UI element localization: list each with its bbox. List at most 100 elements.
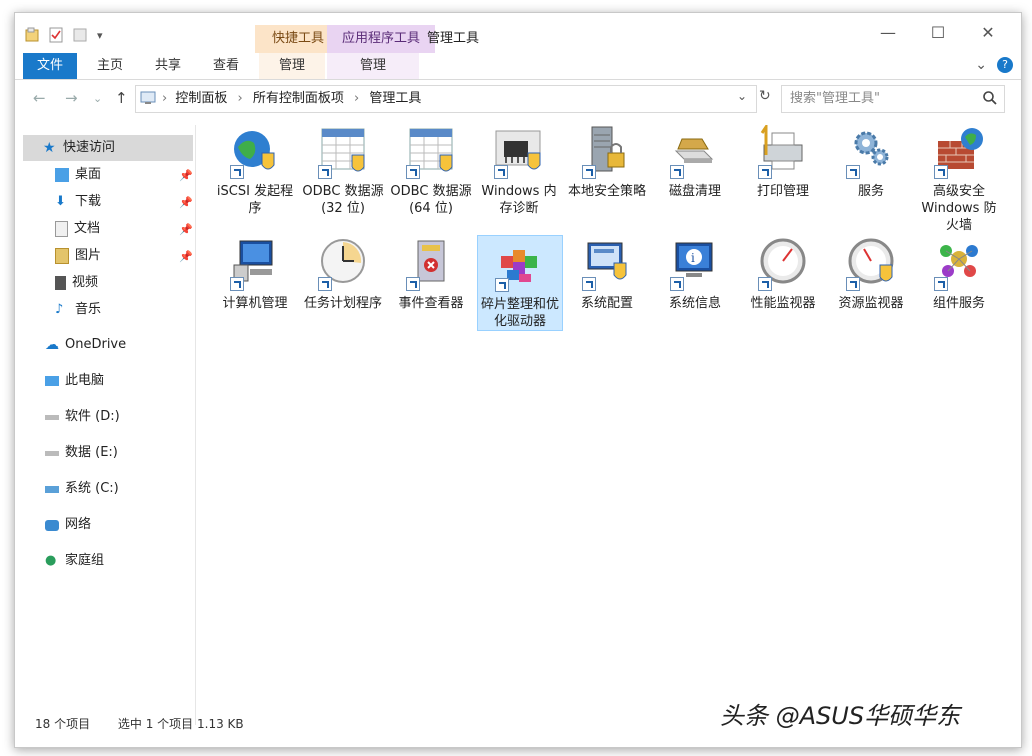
maximize-button[interactable]: ☐ (915, 23, 961, 47)
sidebar-item-label: 视频 (72, 275, 99, 290)
defrag-icon (493, 238, 547, 292)
sidebar-item-documents[interactable]: 文档 (55, 216, 100, 242)
clock-icon (316, 237, 370, 291)
file-item[interactable]: 计算机管理 (213, 237, 297, 312)
shortcut-arrow-icon (670, 277, 684, 291)
sidebar-item-network[interactable]: 网络 (45, 512, 91, 538)
file-name: 系统配置 (580, 296, 633, 311)
pin-icon[interactable]: 📌 (179, 250, 193, 263)
sidebar-item-onedrive[interactable]: ☁ OneDrive (45, 332, 126, 358)
component-services-icon (932, 237, 986, 291)
minimize-button[interactable]: — (865, 23, 911, 47)
file-item[interactable]: 高级安全 Windows 防火墙 (917, 125, 1001, 234)
tab-share[interactable]: 共享 (143, 53, 193, 79)
properties-check-icon[interactable] (49, 27, 63, 43)
cloud-icon: ☁ (45, 337, 59, 353)
file-item[interactable]: i 系统信息 (653, 237, 737, 312)
sidebar-item-pictures[interactable]: 图片 (55, 243, 101, 269)
tab-view[interactable]: 查看 (201, 53, 251, 79)
file-name: 组件服务 (932, 296, 985, 311)
file-list: iSCSI 发起程序 ODBC 数据源(32 位) ODBC 数据源(64 位)… (211, 122, 1021, 725)
refresh-button[interactable]: ↻ (759, 88, 771, 104)
sidebar-item-label: 音乐 (75, 302, 102, 317)
expand-ribbon-icon[interactable]: ⌄ (975, 57, 987, 73)
tab-manage-shortcut[interactable]: 管理 (259, 53, 325, 79)
breadcrumb-root-separator: › (162, 91, 168, 106)
breadcrumb-separator: › (237, 91, 243, 106)
shortcut-arrow-icon (495, 278, 509, 292)
file-item[interactable]: ODBC 数据源(32 位) (301, 125, 385, 217)
qat-customize-dropdown[interactable]: ▾ (97, 29, 103, 42)
file-item[interactable]: 服务 (829, 125, 913, 200)
system-drive-icon (45, 485, 59, 493)
search-input[interactable]: 搜索"管理工具" (790, 86, 880, 112)
file-item[interactable]: 本地安全策略 (565, 125, 649, 200)
sidebar-item-downloads[interactable]: ⬇ 下载 (55, 189, 101, 215)
shortcut-arrow-icon (934, 277, 948, 291)
file-item[interactable]: iSCSI 发起程序 (213, 125, 297, 217)
new-folder-icon[interactable] (73, 27, 87, 43)
file-name: 计算机管理 (222, 296, 288, 311)
navigation-pane: ★ 快速访问 桌面 📌 ⬇ 下载 📌 文档 📌 图片 📌 视频 ♪ 音乐 ☁ O… (15, 125, 196, 725)
file-item[interactable]: 任务计划程序 (301, 237, 385, 312)
file-item[interactable]: 打印管理 (741, 122, 825, 200)
sidebar-item-videos[interactable]: 视频 (55, 270, 98, 296)
resource-gauge-icon (844, 237, 898, 291)
sidebar-item-drive-c[interactable]: 系统 (C:) (45, 476, 119, 502)
sidebar-item-label: 网络 (65, 517, 92, 532)
breadcrumb-all-items[interactable]: 所有控制面板项 (253, 91, 344, 106)
sidebar-item-drive-d[interactable]: 软件 (D:) (45, 404, 120, 430)
sidebar-item-label: 此电脑 (65, 373, 105, 388)
tab-manage-application[interactable]: 管理 (327, 53, 419, 79)
shortcut-arrow-icon (758, 277, 772, 291)
network-icon (45, 519, 59, 531)
pin-icon[interactable]: 📌 (179, 196, 193, 209)
sidebar-item-homegroup[interactable]: ● 家庭组 (45, 548, 104, 574)
tab-home[interactable]: 主页 (85, 53, 135, 79)
breadcrumb-admin-tools[interactable]: 管理工具 (369, 91, 421, 106)
desktop-folder-icon (55, 168, 69, 182)
search-icon[interactable] (982, 90, 998, 106)
sidebar-item-desktop[interactable]: 桌面 (55, 162, 101, 188)
shortcut-arrow-icon (406, 165, 420, 179)
file-item[interactable]: Windows 内存诊断 (477, 125, 561, 217)
computer-management-icon (228, 237, 282, 291)
file-name: 系统信息 (668, 296, 721, 311)
sidebar-item-label: OneDrive (65, 337, 127, 352)
breadcrumb-control-panel[interactable]: 控制面板 (175, 91, 227, 106)
breadcrumb: › 控制面板 › 所有控制面板项 › 管理工具 (162, 86, 421, 112)
pin-icon[interactable]: 📌 (179, 169, 193, 182)
shortcut-arrow-icon (318, 277, 332, 291)
sidebar-item-quick-access[interactable]: ★ 快速访问 (23, 135, 193, 161)
system-info-icon: i (668, 237, 722, 291)
watermark: 头条 @ASUS华硕华东 (720, 702, 961, 730)
file-item[interactable]: 磁盘清理 (653, 125, 737, 200)
gauge-icon (756, 237, 810, 291)
ribbon-tabs: 文件 主页 共享 查看 管理 管理 (15, 53, 1021, 80)
recent-locations-dropdown[interactable]: ⌄ (93, 92, 102, 105)
sidebar-item-music[interactable]: ♪ 音乐 (55, 297, 101, 323)
file-item[interactable]: 资源监视器 (829, 237, 913, 312)
file-item[interactable]: ODBC 数据源(64 位) (389, 125, 473, 217)
file-name: 性能监视器 (750, 296, 816, 311)
pin-icon[interactable]: 📌 (179, 223, 193, 236)
file-item[interactable]: 性能监视器 (741, 237, 825, 312)
file-item-selected[interactable]: 碎片整理和优化驱动器 (477, 235, 563, 331)
up-button[interactable]: ↑ (115, 89, 128, 107)
sidebar-item-drive-e[interactable]: 数据 (E:) (45, 440, 118, 466)
file-item[interactable]: 系统配置 (565, 237, 649, 312)
sidebar-item-this-pc[interactable]: 此电脑 (45, 368, 104, 394)
close-button[interactable]: ✕ (965, 23, 1011, 47)
tab-file[interactable]: 文件 (23, 53, 77, 79)
address-dropdown[interactable]: ⌄ (737, 89, 747, 103)
folder-properties-icon[interactable] (25, 27, 39, 43)
sidebar-item-label: 软件 (D:) (65, 409, 120, 424)
back-button[interactable]: ← (33, 89, 46, 107)
address-bar[interactable]: › 控制面板 › 所有控制面板项 › 管理工具 (135, 85, 757, 113)
help-icon[interactable]: ? (997, 57, 1013, 73)
file-item[interactable]: 组件服务 (917, 237, 1001, 312)
file-item[interactable]: 事件查看器 (389, 237, 473, 312)
search-box[interactable]: 搜索"管理工具" (781, 85, 1005, 113)
forward-button[interactable]: → (65, 89, 78, 107)
shortcut-arrow-icon (494, 165, 508, 179)
